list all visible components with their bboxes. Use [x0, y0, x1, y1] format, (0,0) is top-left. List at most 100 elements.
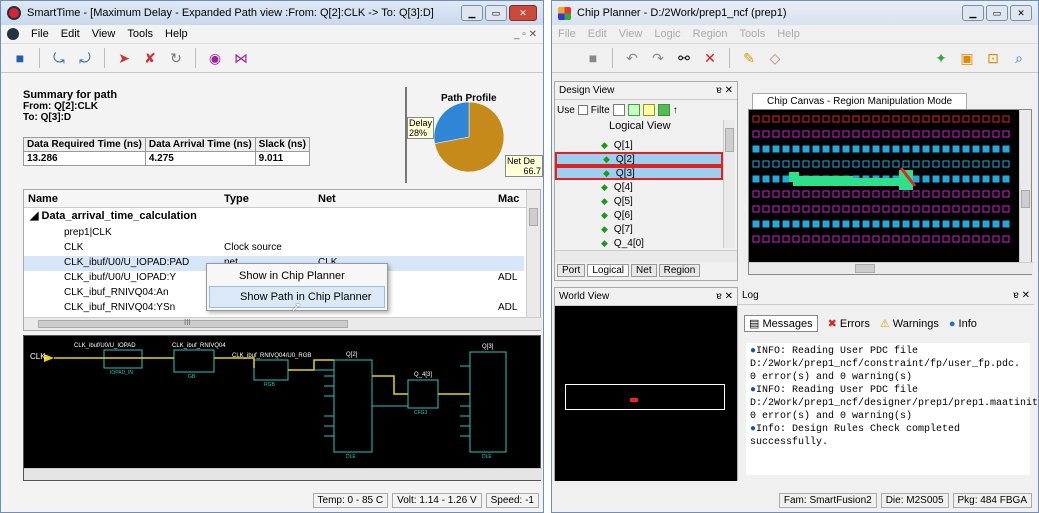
chip-cell[interactable] [942, 205, 950, 213]
chip-cell[interactable] [992, 145, 1000, 153]
chip-cell[interactable] [762, 235, 770, 243]
chip-cell[interactable] [812, 115, 820, 123]
chip-cell[interactable] [922, 115, 930, 123]
filter-icon[interactable] [627, 104, 640, 116]
chip-cell[interactable] [822, 130, 830, 138]
panel-controls[interactable]: ɐ ✕ [716, 291, 733, 302]
collapse-path-icon[interactable]: ⤾ [74, 47, 96, 69]
chip-cell[interactable] [892, 205, 900, 213]
chip-cell[interactable] [912, 235, 920, 243]
chip-cell[interactable] [772, 130, 780, 138]
close-button[interactable]: ✕ [509, 5, 537, 21]
table-row[interactable]: prep1|CLK [24, 226, 524, 241]
chip-cell[interactable] [892, 115, 900, 123]
placed-region[interactable] [793, 176, 853, 186]
chip-cell[interactable] [872, 190, 880, 198]
tab-port[interactable]: Port [557, 264, 586, 277]
chip-cell[interactable] [772, 160, 780, 168]
chip-cell[interactable] [992, 235, 1000, 243]
chip-cell[interactable] [912, 190, 920, 198]
col-mac[interactable]: Mac [498, 193, 519, 205]
grid-hscroll[interactable]: III [24, 317, 542, 330]
chip-cell[interactable] [942, 130, 950, 138]
chip-cell[interactable] [942, 115, 950, 123]
table-row[interactable]: CLK Clock source [24, 241, 524, 256]
close-button[interactable]: ✕ [1010, 5, 1032, 21]
chip-cell[interactable] [772, 115, 780, 123]
to-icon[interactable]: ✘ [139, 47, 161, 69]
chip-cell[interactable] [762, 130, 770, 138]
list-item[interactable]: ◆ Q[3] [555, 166, 723, 180]
chip-cell[interactable] [852, 220, 860, 228]
chip-cell[interactable] [932, 205, 940, 213]
chip-cell[interactable] [782, 175, 790, 183]
chip-cell[interactable] [942, 190, 950, 198]
chip-cell[interactable] [962, 220, 970, 228]
chip-cell[interactable] [992, 130, 1000, 138]
chip-cell[interactable] [962, 145, 970, 153]
chip-cell[interactable] [832, 235, 840, 243]
chip-cell[interactable] [792, 190, 800, 198]
menu-help[interactable]: Help [165, 28, 188, 40]
chip-cell[interactable] [932, 145, 940, 153]
chip-cell[interactable] [772, 220, 780, 228]
chip-cell[interactable] [972, 160, 980, 168]
chip-cell[interactable] [772, 205, 780, 213]
chip-cell[interactable] [922, 175, 930, 183]
chip-cell[interactable] [842, 115, 850, 123]
chip-cell[interactable] [752, 190, 760, 198]
chip-cell[interactable] [1002, 190, 1010, 198]
chip-cell[interactable] [802, 205, 810, 213]
chip-cell[interactable] [902, 190, 910, 198]
chip-cell[interactable] [952, 190, 960, 198]
chip-cell[interactable] [872, 235, 880, 243]
chip-cell[interactable] [842, 190, 850, 198]
chip-cell[interactable] [992, 220, 1000, 228]
chip-cell[interactable] [952, 235, 960, 243]
chip-cell[interactable] [982, 205, 990, 213]
chip-cell[interactable] [902, 145, 910, 153]
menu-logic[interactable]: Logic [654, 28, 680, 40]
chip-cell[interactable] [952, 205, 960, 213]
chip-cell[interactable] [762, 205, 770, 213]
chip-cell[interactable] [812, 220, 820, 228]
list-item[interactable]: ◆ Q[2] [555, 152, 723, 166]
tab-warnings[interactable]: ⚠ Warnings [880, 317, 939, 330]
chip-cell[interactable] [972, 190, 980, 198]
chip-cell[interactable] [822, 160, 830, 168]
chip-cell[interactable] [952, 130, 960, 138]
chip-cell[interactable] [972, 115, 980, 123]
chip-cell[interactable] [892, 160, 900, 168]
q3-dff-block[interactable] [469, 351, 507, 453]
chip-cell[interactable] [992, 160, 1000, 168]
chip-cell[interactable] [852, 190, 860, 198]
menu-file[interactable]: File [31, 28, 49, 40]
chip-cell[interactable] [942, 175, 950, 183]
chip-cell[interactable] [802, 145, 810, 153]
tab-region[interactable]: Region [658, 264, 701, 277]
chip-cell[interactable] [852, 235, 860, 243]
pin-icon[interactable]: ✦ [930, 47, 952, 69]
q2-dff-block[interactable] [333, 359, 373, 453]
chip-cell[interactable] [932, 220, 940, 228]
mdi-controls[interactable]: _ ▫ ✕ [514, 29, 537, 40]
chip-cell[interactable] [792, 205, 800, 213]
chip-cell[interactable] [962, 115, 970, 123]
chip-cell[interactable] [822, 190, 830, 198]
chip-cell[interactable] [762, 190, 770, 198]
chip-cell[interactable] [842, 145, 850, 153]
pencil-icon[interactable]: ✎ [738, 47, 760, 69]
chip-cell[interactable] [882, 160, 890, 168]
chip-cell[interactable] [792, 220, 800, 228]
chip-cell[interactable] [892, 130, 900, 138]
chip-cell[interactable] [752, 205, 760, 213]
list-item[interactable]: ◆ Q[5] [555, 194, 723, 208]
chip-cell[interactable] [962, 190, 970, 198]
chip-cell[interactable] [762, 175, 770, 183]
tab-info[interactable]: ● Info [949, 318, 977, 330]
minimize-button[interactable]: ▁ [461, 5, 483, 21]
chip-cell[interactable] [992, 115, 1000, 123]
list-item[interactable]: ◆ Q[1] [555, 138, 723, 152]
canvas-hscroll[interactable] [749, 262, 1033, 274]
chip-cell[interactable] [862, 145, 870, 153]
